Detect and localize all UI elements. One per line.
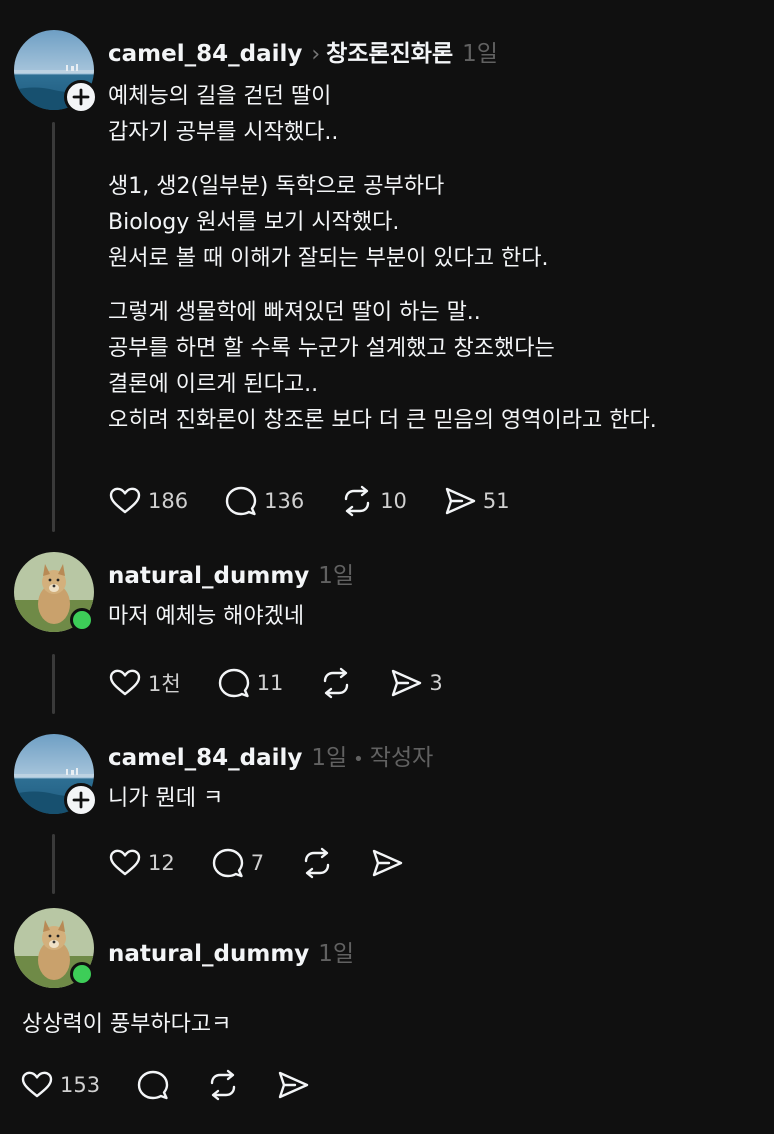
post-header: natural_dummy 1일 [108, 556, 354, 590]
post-line: 니가 뭔데 ㅋ [108, 786, 224, 811]
repost-icon [319, 666, 353, 700]
repost-icon [300, 846, 334, 880]
post-line: 갑자기 공부를 시작했다.. [108, 120, 339, 145]
share-count: 51 [482, 489, 510, 513]
post-line: 오히려 진화론이 창조론 보다 더 큰 믿음의 영역이라고 한다. [108, 408, 657, 433]
chevron-right-icon: › [311, 42, 321, 67]
action-bar: 153 [20, 1068, 346, 1102]
like-button[interactable]: 153 [20, 1068, 100, 1102]
separator-dot: • [353, 749, 364, 770]
follow-button[interactable] [64, 80, 98, 114]
like-count: 1천 [148, 672, 181, 696]
follow-button[interactable] [64, 783, 98, 817]
repost-icon [206, 1068, 240, 1102]
post-time: 1일 [311, 745, 348, 771]
username[interactable]: camel_84_daily [108, 745, 302, 771]
send-icon [389, 666, 423, 700]
username[interactable]: natural_dummy [108, 563, 309, 589]
thread-line [52, 122, 55, 532]
repost-button[interactable]: 10 [340, 484, 407, 518]
post-header: camel_84_daily › 창조론진화론 1일 [108, 34, 498, 68]
share-button[interactable]: 3 [389, 666, 443, 700]
like-button[interactable]: 186 [108, 484, 188, 518]
comment-bubble-icon [211, 846, 245, 880]
share-button[interactable] [370, 846, 404, 880]
action-bar: 12 7 [108, 846, 440, 880]
username[interactable]: natural_dummy [108, 941, 309, 967]
post-time: 1일 [318, 941, 355, 967]
post-line: 생1, 생2(일부분) 독학으로 공부하다 [108, 174, 445, 199]
repost-button[interactable] [300, 846, 334, 880]
post-line: 예체능의 길을 걷던 딸이 [108, 84, 332, 109]
like-button[interactable]: 12 [108, 846, 175, 880]
post-line: 상상력이 풍부하다고ㅋ [22, 1012, 232, 1037]
post-line: Biology 원서를 보기 시작했다. [108, 210, 400, 235]
post-line: 공부를 하면 할 수록 누군가 설계했고 창조했다는 [108, 336, 555, 361]
plus-icon [72, 88, 90, 106]
share-button[interactable] [276, 1068, 310, 1102]
heart-icon [108, 484, 142, 518]
post-header: camel_84_daily 1일 • 작성자 [108, 738, 433, 772]
thread-line [52, 654, 55, 714]
like-button[interactable]: 1천 [108, 666, 181, 700]
like-count: 12 [148, 851, 175, 875]
username[interactable]: camel_84_daily [108, 41, 302, 67]
post-line: 원서로 볼 때 이해가 잘되는 부분이 있다고 한다. [108, 246, 549, 271]
repost-button[interactable] [206, 1068, 240, 1102]
comment-button[interactable]: 7 [211, 846, 264, 880]
send-icon [370, 846, 404, 880]
post-line: 마저 예체능 해야겠네 [108, 604, 305, 629]
repost-icon [340, 484, 374, 518]
repost-button[interactable] [319, 666, 353, 700]
comment-count: 7 [250, 851, 265, 875]
post-header: natural_dummy 1일 [108, 934, 354, 968]
post-time: 1일 [318, 563, 355, 589]
action-bar: 186 136 10 51 [108, 484, 546, 518]
comment-bubble-icon [217, 666, 251, 700]
online-indicator [70, 608, 94, 632]
plus-icon [72, 791, 90, 809]
post-time: 1일 [462, 41, 498, 67]
share-button[interactable]: 51 [443, 484, 510, 518]
like-count: 153 [60, 1073, 101, 1097]
online-indicator [70, 962, 94, 986]
comment-bubble-icon [224, 484, 258, 518]
heart-icon [108, 666, 142, 700]
heart-icon [20, 1068, 54, 1102]
comment-bubble-icon [136, 1068, 170, 1102]
post-line: 결론에 이르게 된다고.. [108, 372, 319, 397]
heart-icon [108, 846, 142, 880]
post-line: 그렇게 생물학에 빠져있던 딸이 하는 말.. [108, 300, 481, 325]
repost-count: 10 [380, 489, 407, 513]
action-bar: 1천 11 3 [108, 666, 479, 700]
comment-button[interactable] [136, 1068, 170, 1102]
send-icon [276, 1068, 310, 1102]
comment-count: 11 [256, 671, 284, 695]
like-count: 186 [148, 489, 189, 513]
comment-button[interactable]: 11 [217, 666, 284, 700]
author-label: 작성자 [369, 745, 434, 771]
thread-line [52, 834, 55, 894]
post-body: 마저 예체능 해야겠네 [108, 599, 304, 635]
post-body: 상상력이 풍부하다고ㅋ [22, 1007, 231, 1043]
post-body: 예체능의 길을 걷던 딸이 갑자기 공부를 시작했다.. 생1, 생2(일부분)… [108, 79, 657, 439]
comment-button[interactable]: 136 [224, 484, 304, 518]
comment-count: 136 [264, 489, 305, 513]
send-icon [443, 484, 477, 518]
post-body: 니가 뭔데 ㅋ [108, 781, 223, 817]
topic-tag[interactable]: 창조론진화론 [326, 34, 453, 68]
share-count: 3 [429, 671, 443, 695]
